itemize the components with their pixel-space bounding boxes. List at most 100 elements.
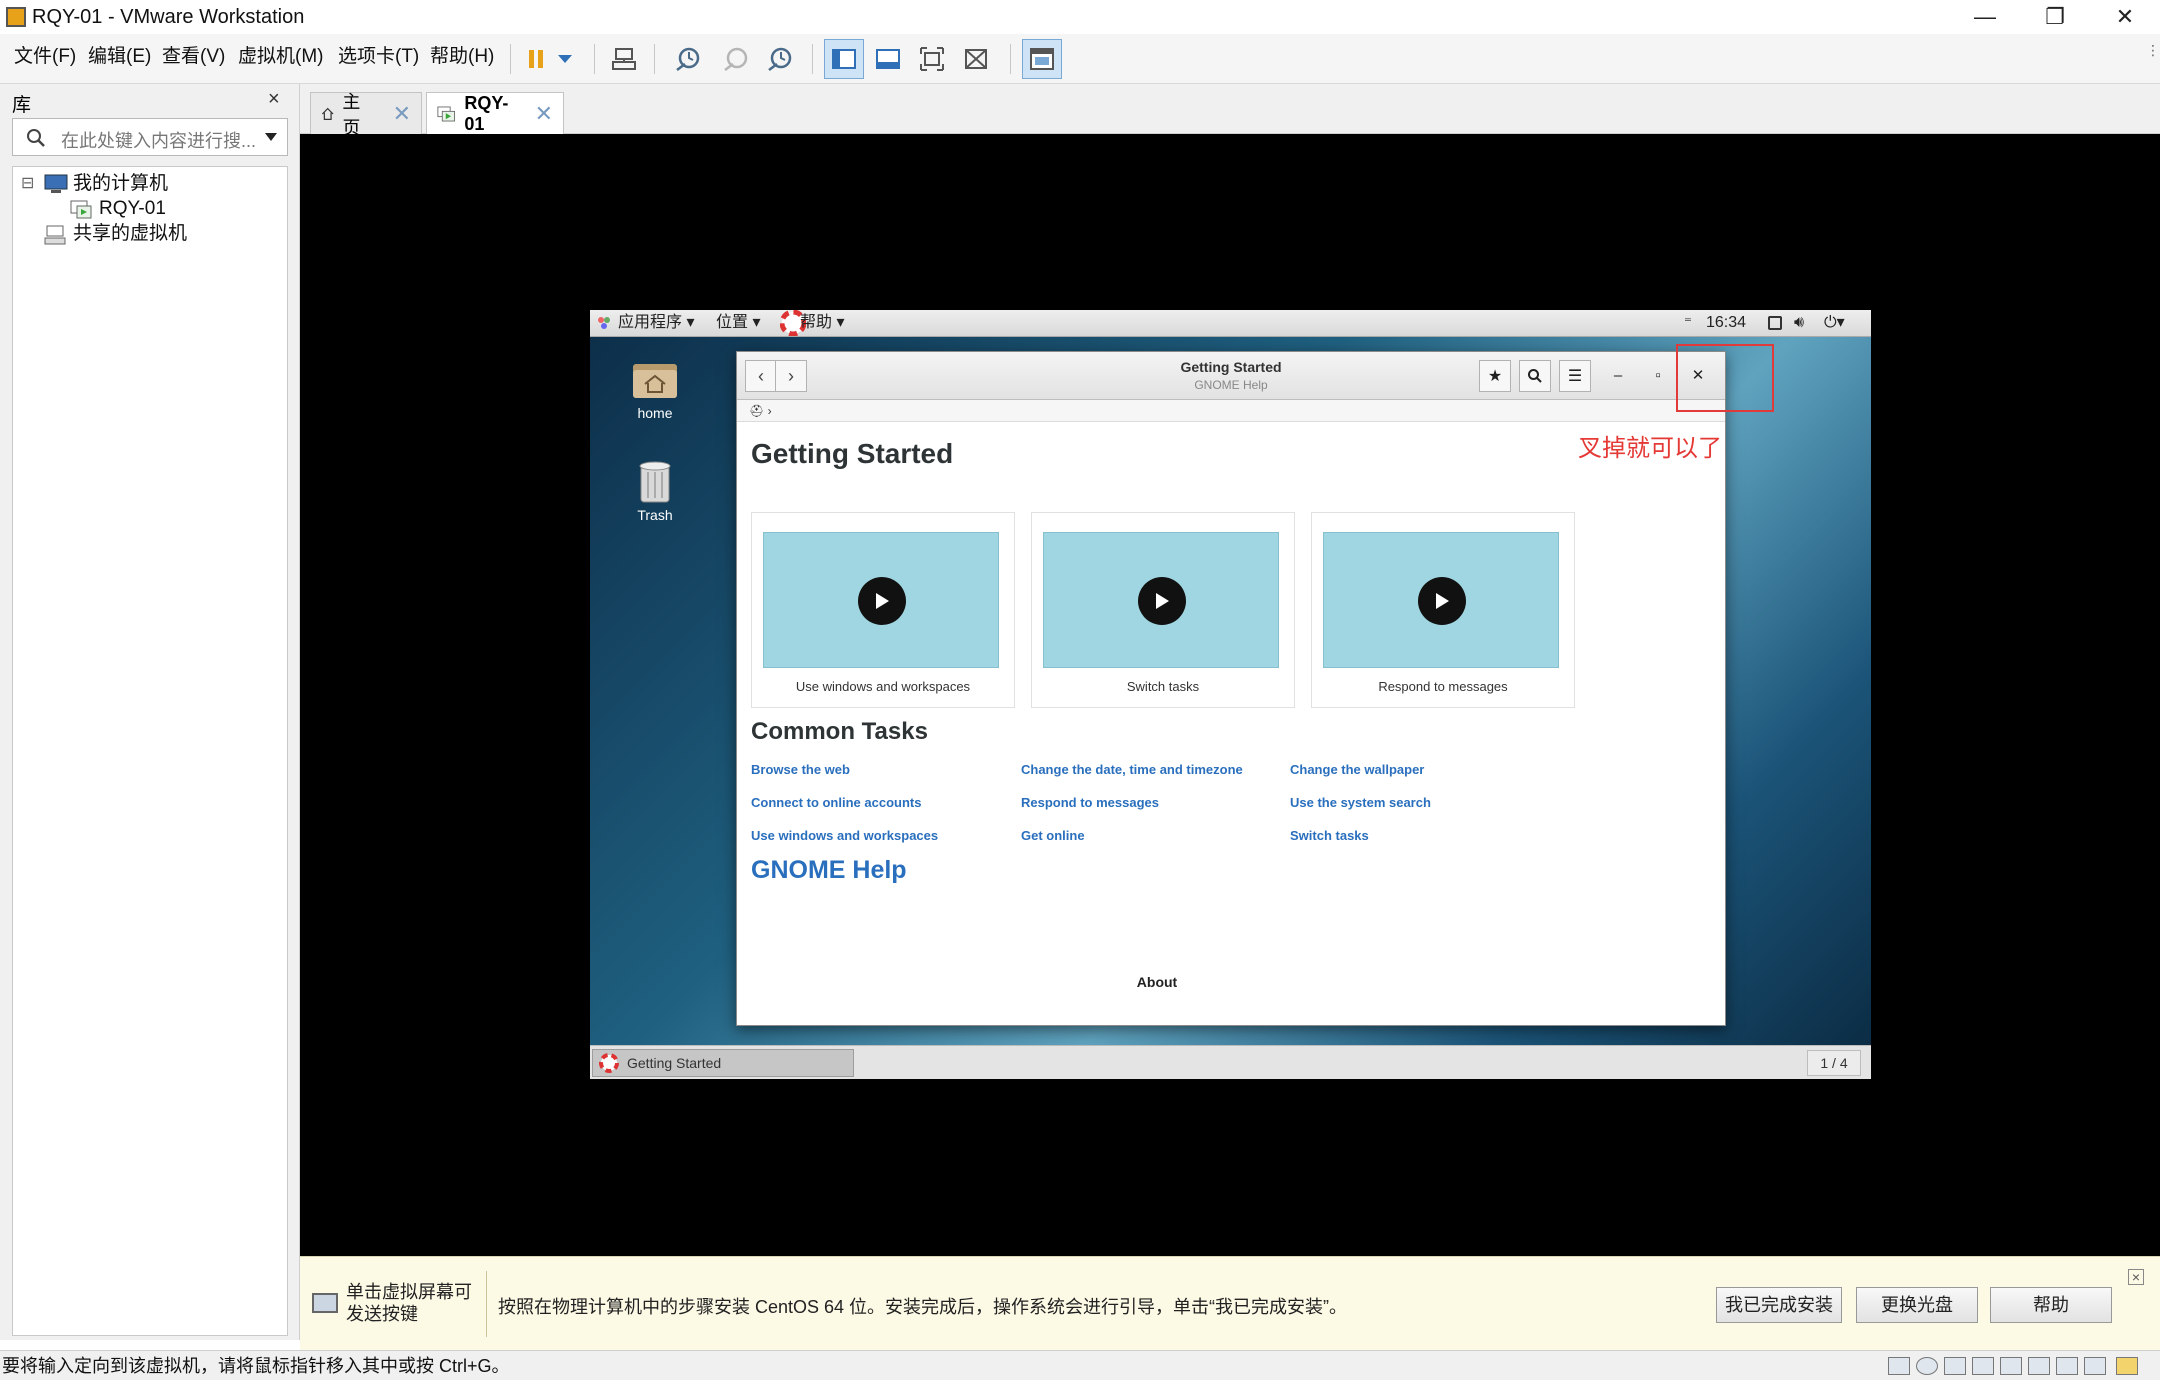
menu-help[interactable]: 帮助(H) [428, 42, 496, 72]
sound-card-icon[interactable] [2028, 1357, 2050, 1375]
show-thumbnail-bar-icon[interactable] [868, 39, 908, 79]
network-icon[interactable]: ⁼ [1684, 312, 1692, 334]
tree-item-shared-vms[interactable]: 共享的虚拟机 [73, 221, 187, 247]
library-search-input[interactable]: 在此处键入内容进行搜... [12, 118, 288, 156]
display-icon[interactable] [2056, 1357, 2078, 1375]
menu-file[interactable]: 文件(F) [12, 42, 78, 72]
chevron-down-icon[interactable] [263, 131, 279, 143]
video-thumbnail [763, 532, 999, 668]
power-dropdown-icon[interactable] [550, 39, 580, 79]
install-hint: 单击虚拟屏幕可发送按键 [346, 1282, 472, 1324]
video-card[interactable]: Use windows and workspaces [751, 512, 1015, 708]
annotation-highlight-box [1676, 344, 1774, 412]
snapshot-icon[interactable] [668, 39, 708, 79]
library-title: 库 [12, 95, 32, 116]
video-card[interactable]: Switch tasks [1031, 512, 1295, 708]
page-title: Getting Started [751, 438, 954, 469]
status-text: 要将输入定向到该虚拟机，请将鼠标指针移入其中或按 Ctrl+G。 [2, 1356, 510, 1376]
restore-button[interactable]: ❐ [2020, 0, 2090, 34]
gnome-clock[interactable]: 16:34 [1706, 312, 1746, 334]
help-minimize-button[interactable]: ‒ [1603, 360, 1633, 392]
video-thumbnail [1043, 532, 1279, 668]
tree-item-my-computer[interactable]: 我的计算机 [73, 171, 168, 197]
help-button[interactable]: 帮助 [1990, 1287, 2112, 1323]
play-icon[interactable] [858, 577, 906, 625]
gnome-menu-help[interactable]: 帮助 ▾ [800, 312, 844, 334]
finished-install-button[interactable]: 我已完成安装 [1716, 1287, 1842, 1323]
revert-snapshot-icon[interactable] [716, 39, 756, 79]
annotation-text: 叉掉就可以了 [1578, 435, 1722, 462]
cd-dvd-icon[interactable] [1916, 1357, 1938, 1375]
task-link[interactable]: Change the wallpaper [1290, 762, 1424, 777]
workspace-indicator[interactable]: 1 / 4 [1807, 1050, 1861, 1076]
task-link[interactable]: Change the date, time and timezone [1021, 762, 1243, 777]
breadcrumb[interactable]: ⛑ › [737, 400, 1725, 422]
help-maximize-button[interactable]: ▫ [1643, 360, 1673, 392]
task-link[interactable]: Use the system search [1290, 795, 1431, 810]
install-notification-bar: 单击虚拟屏幕可发送按键 按照在物理计算机中的步骤安装 CentOS 64 位。安… [300, 1256, 2160, 1350]
tree-expander-icon[interactable]: ⊟ [21, 173, 34, 193]
show-library-icon[interactable] [824, 39, 864, 79]
tab-home-close-icon[interactable]: ✕ [393, 101, 411, 127]
bookmark-icon[interactable]: ★ [1479, 360, 1511, 392]
menu-tabs[interactable]: 选项卡(T) [336, 42, 421, 72]
full-screen-icon[interactable] [912, 39, 952, 79]
tab-home[interactable]: 主页 ✕ [310, 92, 422, 138]
gnome-menu-places[interactable]: 位置 ▾ [716, 312, 760, 334]
breadcrumb-separator: › [767, 404, 772, 418]
menu-view[interactable]: 查看(V) [160, 42, 227, 72]
change-disc-button[interactable]: 更换光盘 [1856, 1287, 1978, 1323]
toolbar-separator [654, 44, 655, 74]
task-link[interactable]: Connect to online accounts [751, 795, 921, 810]
power-icon[interactable]: ⏻▾ [1824, 312, 1845, 334]
about-link[interactable]: About [737, 974, 1577, 990]
usb-icon[interactable] [1972, 1357, 1994, 1375]
desktop-icon-home[interactable]: home [620, 358, 690, 421]
library-close-icon[interactable]: × [268, 88, 280, 111]
install-bar-close-icon[interactable]: × [2128, 1269, 2144, 1285]
tab-rqy-01[interactable]: RQY-01 ✕ [426, 92, 564, 135]
task-link[interactable]: Use windows and workspaces [751, 828, 938, 843]
unity-mode-icon[interactable] [956, 39, 996, 79]
menu-vm[interactable]: 虚拟机(M) [236, 42, 325, 72]
taskbar-item-getting-started[interactable]: Getting Started [592, 1049, 854, 1077]
guest-desktop[interactable]: 应用程序 ▾ 位置 ▾ 帮助 ▾ ⁼ 16:34 🔊︎ ⏻▾ home Tras… [590, 310, 1871, 1079]
play-icon[interactable] [1418, 577, 1466, 625]
vm-icon [70, 200, 92, 219]
desktop-icon-trash[interactable]: Trash [620, 458, 690, 523]
help-home-icon[interactable]: ⛑ [749, 404, 768, 418]
task-link[interactable]: Respond to messages [1021, 795, 1159, 810]
console-view-icon[interactable] [1022, 39, 1062, 79]
menu-edit[interactable]: 编辑(E) [86, 42, 153, 72]
gnome-help-link[interactable]: GNOME Help [751, 856, 907, 885]
network-adapter-icon[interactable] [1944, 1357, 1966, 1375]
window-title: RQY-01 - VMware Workstation [32, 6, 305, 28]
hard-disk-icon[interactable] [1888, 1357, 1910, 1375]
menu-icon[interactable]: ☰ [1559, 360, 1591, 392]
message-log-icon[interactable] [2084, 1357, 2106, 1375]
trash-icon [639, 461, 671, 503]
close-button[interactable]: ✕ [2090, 0, 2160, 34]
gnome-menu-applications[interactable]: 应用程序 ▾ [618, 312, 694, 334]
task-link[interactable]: Get online [1021, 828, 1085, 843]
video-caption: Use windows and workspaces [795, 679, 971, 694]
play-icon[interactable] [1138, 577, 1186, 625]
task-link[interactable]: Switch tasks [1290, 828, 1369, 843]
send-ctrl-alt-del-icon[interactable] [604, 39, 644, 79]
volume-icon[interactable]: 🔊︎ [1794, 312, 1804, 334]
toolbar-overflow-icon[interactable]: ⋮ [2146, 42, 2160, 59]
tab-rqy-01-close-icon[interactable]: ✕ [535, 101, 553, 127]
window-icon[interactable] [1768, 316, 1782, 330]
gnome-bottom-panel: Getting Started 1 / 4 [590, 1045, 1871, 1079]
video-caption: Respond to messages [1378, 679, 1508, 694]
task-link[interactable]: Browse the web [751, 762, 850, 777]
notes-icon[interactable] [2116, 1357, 2138, 1375]
common-tasks-heading: Common Tasks [751, 718, 928, 745]
printer-icon[interactable] [2000, 1357, 2022, 1375]
minimize-button[interactable]: — [1950, 0, 2020, 34]
keyboard-icon [312, 1293, 338, 1313]
video-card[interactable]: Respond to messages [1311, 512, 1575, 708]
tree-item-rqy-01[interactable]: RQY-01 [99, 196, 166, 222]
snapshot-manager-icon[interactable] [760, 39, 800, 79]
search-icon[interactable] [1519, 360, 1551, 392]
